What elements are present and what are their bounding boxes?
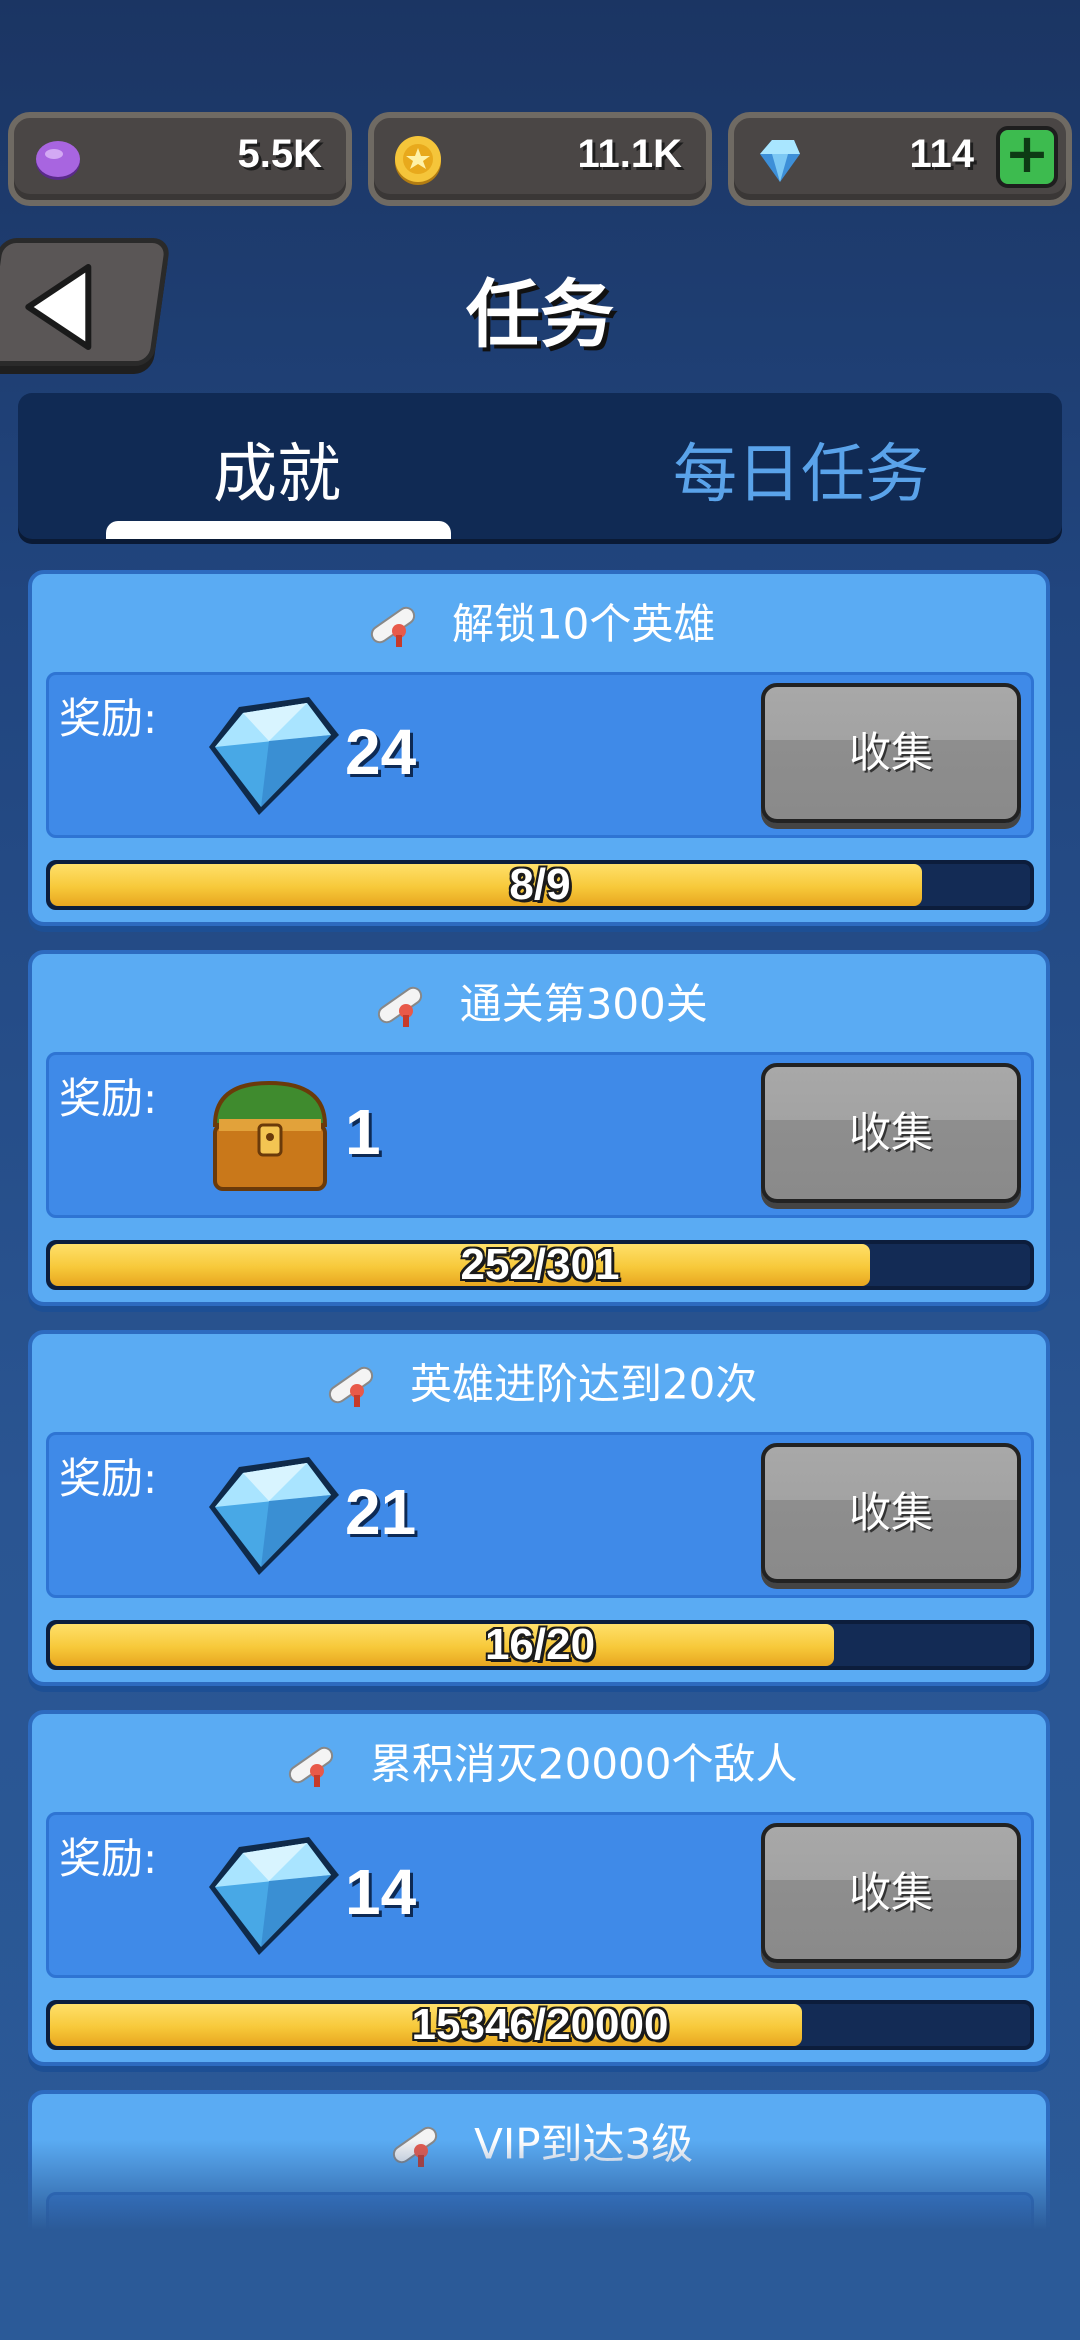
progress-bar: 8/9 xyxy=(46,860,1034,910)
add-diamond-button[interactable]: + xyxy=(996,126,1058,188)
task-title-row: 英雄进阶达到20次 xyxy=(32,1350,1046,1414)
tab-achievements[interactable]: 成就 xyxy=(213,423,341,515)
task-title: 解锁10个英雄 xyxy=(451,599,716,649)
scroll-icon xyxy=(370,606,415,647)
progress-bar: 15346/20000 xyxy=(46,2000,1034,2050)
reward-quantity: 24 xyxy=(345,716,417,788)
reward-panel: 奖励: 24 收集 xyxy=(46,672,1034,838)
collect-button[interactable]: 收集 xyxy=(761,1063,1021,1203)
task-title: 英雄进阶达到20次 xyxy=(409,1359,758,1409)
currency-gold-coin: 11.1K xyxy=(368,112,712,206)
page-title: 任务 xyxy=(466,272,614,358)
progress-bar: 16/20 xyxy=(46,1620,1034,1670)
reward-panel: 奖励: 1 收集 xyxy=(46,1052,1034,1218)
task-title: 通关第300关 xyxy=(459,979,708,1029)
active-tab-indicator xyxy=(106,521,451,539)
reward-panel: 奖励: 14 收集 xyxy=(46,1812,1034,1978)
scroll-icon xyxy=(378,986,423,1027)
purple-gem-value: 5.5K xyxy=(237,132,323,176)
treasure-chest-icon xyxy=(212,1080,328,1191)
scroll-fade-overlay xyxy=(0,2140,1080,2340)
currency-diamond: 114 + xyxy=(728,112,1072,206)
task-title-row: 通关第300关 xyxy=(32,970,1046,1034)
diamond-icon xyxy=(209,1457,339,1575)
diamond-icon xyxy=(209,1837,339,1955)
currency-purple-gem: 5.5K xyxy=(8,112,352,206)
scroll-icon xyxy=(288,1746,333,1787)
task-card: 英雄进阶达到20次 奖励: 21 收集 16/20 xyxy=(28,1330,1050,1686)
diamond-icon xyxy=(760,140,800,182)
task-card: 解锁10个英雄 奖励: 24 收集 8/9 xyxy=(28,570,1050,926)
diamond-icon xyxy=(209,697,339,815)
task-title-row: 解锁10个英雄 xyxy=(32,590,1046,654)
purple-gem-icon xyxy=(36,141,80,180)
diamond-value: 114 xyxy=(909,132,974,176)
collect-button[interactable]: 收集 xyxy=(761,683,1021,823)
progress-text: 252/301 xyxy=(460,1240,620,1289)
collect-button[interactable]: 收集 xyxy=(761,1443,1021,1583)
gold-coin-icon xyxy=(395,136,441,185)
tab-daily-tasks[interactable]: 每日任务 xyxy=(673,423,929,515)
reward-label: 奖励: xyxy=(59,694,158,743)
reward-quantity: 21 xyxy=(345,1476,417,1548)
reward-quantity: 1 xyxy=(345,1096,381,1168)
tab-bar: 成就 每日任务 xyxy=(18,393,1062,539)
reward-panel: 奖励: 21 收集 xyxy=(46,1432,1034,1598)
task-title: 累积消灭20000个敌人 xyxy=(369,1739,798,1789)
reward-quantity: 14 xyxy=(345,1856,417,1928)
reward-label: 奖励: xyxy=(59,1834,158,1883)
task-title-row: 累积消灭20000个敌人 xyxy=(32,1730,1046,1794)
scroll-icon xyxy=(328,1366,373,1407)
reward-label: 奖励: xyxy=(59,1454,158,1503)
progress-text: 8/9 xyxy=(509,860,571,909)
progress-text: 16/20 xyxy=(484,1620,596,1669)
progress-bar: 252/301 xyxy=(46,1240,1034,1290)
reward-label: 奖励: xyxy=(59,1074,158,1123)
task-card: 通关第300关 奖励: 1 收集 252/301 xyxy=(28,950,1050,1306)
task-card: 累积消灭20000个敌人 奖励: 14 收集 15346/20000 xyxy=(28,1710,1050,2066)
gold-coin-value: 11.1K xyxy=(577,132,682,176)
progress-text: 15346/20000 xyxy=(411,2000,669,2049)
collect-button[interactable]: 收集 xyxy=(761,1823,1021,1963)
